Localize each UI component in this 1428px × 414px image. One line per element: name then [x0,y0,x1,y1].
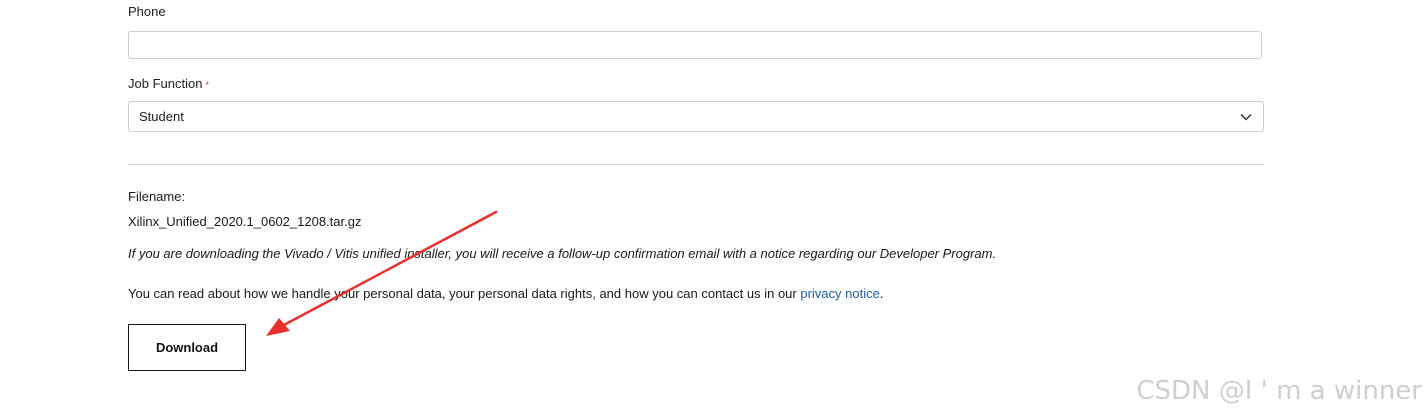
job-function-label: Job Function * [128,76,209,91]
section-divider [128,164,1264,165]
download-form-page: Phone Job Function * Student Filename: Xi… [0,0,1428,414]
privacy-text: You can read about how we handle your pe… [128,286,801,301]
privacy-notice-link[interactable]: privacy notice [800,286,879,301]
filename-value: Xilinx_Unified_2020.1_0602_1208.tar.gz [128,214,362,229]
privacy-text-end: . [879,286,884,301]
privacy-statement: You can read about how we handle your pe… [128,286,883,301]
download-button[interactable]: Download [128,324,246,371]
watermark: CSDN @I ' m a winner [1136,376,1422,406]
filename-label: Filename: [128,189,186,204]
job-function-select[interactable]: Student [128,101,1264,132]
job-function-selected-value: Student [139,109,184,124]
chevron-down-icon [1239,110,1253,124]
job-function-label-text: Job Function [128,76,203,91]
developer-program-notice: If you are downloading the Vivado / Viti… [128,246,997,261]
phone-input[interactable] [128,31,1262,59]
phone-label: Phone [128,4,166,19]
required-marker: * [205,79,209,90]
